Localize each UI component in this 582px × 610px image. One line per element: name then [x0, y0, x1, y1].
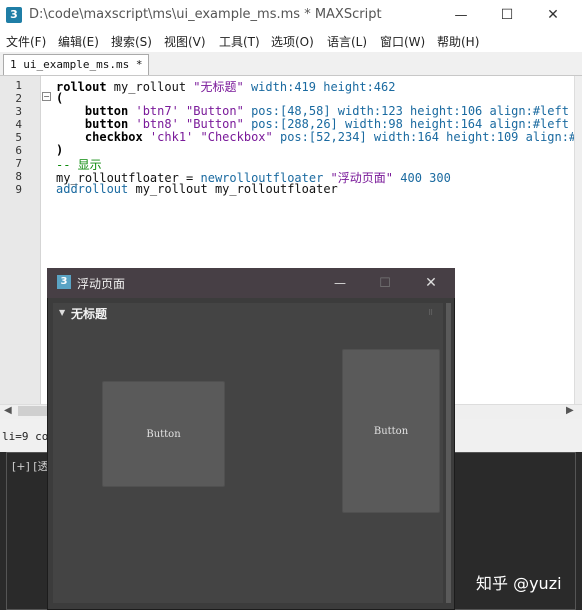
code-token: 400 300 — [393, 171, 451, 185]
minimize-button[interactable]: — — [438, 0, 484, 30]
code-token: 'chk1' — [142, 130, 201, 144]
menu-edit[interactable]: 编辑(E) — [58, 33, 99, 50]
menu-search[interactable]: 搜索(S) — [111, 33, 152, 50]
code-token: ) — [56, 143, 64, 157]
menu-file[interactable]: 文件(F) — [6, 33, 46, 50]
menu-view[interactable]: 视图(V) — [164, 33, 206, 50]
btn8-button[interactable]: Button — [342, 349, 440, 513]
btn7-button[interactable]: Button — [102, 381, 225, 487]
code-token: addrollout — [56, 182, 129, 196]
code-token: checkbox — [56, 130, 143, 144]
viewport-label[interactable]: [+] [透 — [12, 458, 49, 474]
code-token: "无标题" — [193, 80, 244, 94]
rollout-title: 无标题 — [71, 307, 108, 321]
code-token: my_rollout — [106, 80, 194, 94]
code-line: ) — [56, 143, 63, 157]
maxscript-app-icon: 3 — [6, 7, 22, 23]
code-line: button 'btn8' "Button" pos:[288,26] widt… — [56, 117, 569, 131]
scroll-right-icon[interactable]: ▶ — [566, 405, 574, 416]
fold-marker-icon[interactable]: − — [42, 92, 51, 101]
code-token: rollout — [56, 80, 107, 94]
menu-options[interactable]: 选项(O) — [271, 33, 314, 50]
watermark: 知乎 @yuzi — [476, 574, 562, 593]
line-number: 3 — [15, 105, 22, 118]
floater-app-icon: 3 — [57, 275, 71, 289]
line-number: 7 — [15, 157, 22, 170]
line-number: 1 — [15, 79, 22, 92]
code-token: [52,234] — [308, 130, 367, 144]
code-token: pos: — [243, 104, 280, 118]
floater-minimize-button[interactable]: — — [317, 268, 363, 298]
code-token: [288,26] — [279, 117, 338, 131]
line-number: 6 — [15, 144, 22, 157]
code-line: ( — [56, 91, 63, 105]
close-button[interactable]: ✕ — [530, 0, 576, 30]
code-token: 419 — [294, 80, 316, 94]
menu-tools[interactable]: 工具(T) — [219, 33, 260, 50]
tab-ui-example-ms[interactable]: 1 ui_example_ms.ms * — [3, 54, 150, 75]
code-token: "Button" — [186, 117, 244, 131]
line-number: 9 — [15, 183, 22, 196]
code-token: width:98 height:164 align:#left — [337, 117, 569, 131]
menu-window[interactable]: 窗口(W) — [380, 33, 425, 50]
maximize-button[interactable]: ☐ — [484, 0, 530, 30]
code-token: "Button" — [186, 104, 244, 118]
menu-language[interactable]: 语言(L) — [327, 33, 367, 50]
code-line: button 'btn7' "Button" pos:[48,58] width… — [56, 104, 569, 118]
vertical-scrollbar[interactable] — [574, 76, 582, 404]
code-token: button — [56, 104, 129, 118]
code-token: pos: — [243, 117, 280, 131]
line-number: 5 — [15, 131, 22, 144]
floater-close-button[interactable]: ✕ — [408, 268, 454, 298]
drag-grip-icon[interactable]: ⠿ — [428, 309, 433, 317]
code-token: width:164 height:109 align:# — [366, 130, 577, 144]
floater-scrollbar[interactable] — [446, 303, 451, 603]
line-number: 4 — [15, 118, 22, 131]
code-token: [48,58] — [279, 104, 331, 118]
scroll-left-icon[interactable]: ◀ — [4, 405, 12, 416]
line-number: 8 — [15, 170, 22, 183]
code-line: addrollout my_rollout my_rolloutfloater — [56, 182, 338, 196]
code-token: 462 — [373, 80, 396, 94]
code-token: height: — [316, 80, 374, 94]
code-token: my_rollout my_rolloutfloater — [128, 182, 338, 196]
code-token: pos: — [272, 130, 309, 144]
code-token: ( — [56, 91, 64, 105]
floater-title: 浮动页面 — [77, 277, 126, 291]
code-token: 'btn7' — [128, 104, 187, 118]
code-token: width: — [243, 80, 295, 94]
code-line: checkbox 'chk1' "Checkbox" pos:[52,234] … — [56, 130, 576, 144]
code-line: rollout my_rollout "无标题" width:419 heigh… — [56, 78, 395, 95]
code-token: 'btn8' — [128, 117, 187, 131]
menu-help[interactable]: 帮助(H) — [437, 33, 479, 50]
collapse-arrow-icon[interactable]: ▼ — [59, 308, 65, 317]
rollout-header[interactable] — [53, 303, 443, 323]
code-token: button — [56, 117, 129, 131]
window-title: D:\code\maxscript\ms\ui_example_ms.ms * … — [29, 7, 382, 22]
code-token: "Checkbox" — [200, 130, 273, 144]
line-number: 2 — [15, 92, 22, 105]
floater-maximize-button[interactable]: ☐ — [362, 268, 408, 298]
code-token: width:123 height:106 align:#left — [330, 104, 569, 118]
